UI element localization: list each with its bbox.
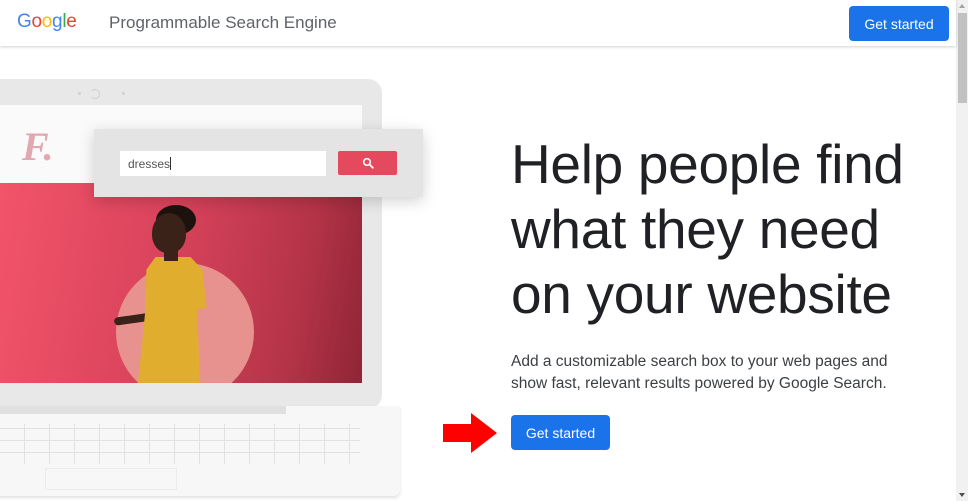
logo-letter: e [66,11,77,32]
top-header: Google Programmable Search Engine Get st… [0,0,956,46]
logo-letter: g [52,11,63,32]
vertical-scrollbar[interactable] [956,0,968,501]
laptop-keyboard [0,406,400,496]
camera-dot [122,92,125,95]
scroll-up-arrow-icon[interactable] [959,4,965,8]
trackpad [45,468,177,490]
model-head [152,213,186,253]
hero-photo [0,183,362,383]
scroll-down-arrow-icon[interactable] [959,493,965,497]
demo-search-box: dresses [94,129,423,197]
logo-letter: G [17,11,32,32]
camera-dot [78,92,81,95]
hero-headline: Help people find what they need on your … [511,133,904,325]
demo-search-button [338,151,397,175]
red-arrow-icon [443,413,497,453]
google-logo[interactable]: Google [17,11,77,33]
main-get-started-button[interactable]: Get started [511,415,610,450]
text-caret [170,157,172,170]
search-query-text: dresses [128,157,171,171]
search-icon [362,157,374,169]
model-dress [138,257,207,383]
hero-description: Add a customizable search box to your we… [511,353,888,392]
brand-logo: F. [22,124,54,169]
scrollbar-thumb[interactable] [958,13,967,103]
keyboard-keys [0,424,360,464]
logo-letter: o [31,11,42,32]
demo-search-input: dresses [120,151,326,176]
logo-letter: o [41,11,53,32]
laptop-hinge [0,406,286,414]
header-get-started-button[interactable]: Get started [849,6,949,41]
product-name[interactable]: Programmable Search Engine [109,13,337,33]
camera-icon [90,89,100,99]
